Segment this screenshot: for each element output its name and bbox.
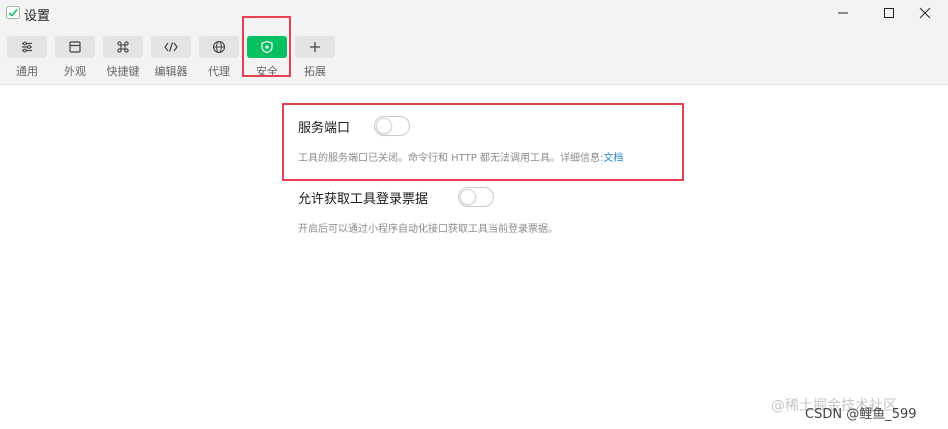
minimize-button[interactable] xyxy=(820,0,866,26)
maximize-icon xyxy=(884,8,894,18)
close-button[interactable] xyxy=(902,0,948,26)
toggle-knob xyxy=(460,189,476,205)
app-logo-icon xyxy=(6,6,20,19)
login-ticket-title: 允许获取工具登录票据 xyxy=(298,192,429,207)
tab-proxy[interactable]: 代理 xyxy=(199,36,239,80)
globe-icon xyxy=(212,40,226,54)
settings-toolbar: 通用 外观 快捷键 编辑器 代理 安全 拓展 xyxy=(0,26,948,85)
layout-icon xyxy=(69,41,81,53)
minimize-icon xyxy=(838,12,848,14)
annotation-highlight-service-port xyxy=(282,103,684,181)
plus-icon xyxy=(310,42,320,52)
credit-text: CSDN @鲤鱼_599 xyxy=(805,407,917,422)
tab-editor[interactable]: 编辑器 xyxy=(151,36,191,80)
code-icon xyxy=(164,42,178,52)
sliders-icon xyxy=(22,41,32,53)
login-ticket-desc: 开启后可以通过小程序自动化接口获取工具当前登录票据。 xyxy=(298,224,558,235)
login-ticket-toggle[interactable] xyxy=(458,187,494,207)
tab-shortcuts[interactable]: 快捷键 xyxy=(103,36,143,80)
window-title: 设置 xyxy=(24,9,51,24)
tab-extensions[interactable]: 拓展 xyxy=(295,36,335,80)
tab-extensions-label: 拓展 xyxy=(304,65,326,78)
title-bar: 设置 xyxy=(0,0,948,26)
command-key-icon xyxy=(117,41,129,53)
tab-appearance[interactable]: 外观 xyxy=(55,36,95,80)
tab-general[interactable]: 通用 xyxy=(7,36,47,80)
annotation-highlight-tab xyxy=(242,16,291,77)
close-icon xyxy=(919,7,931,19)
